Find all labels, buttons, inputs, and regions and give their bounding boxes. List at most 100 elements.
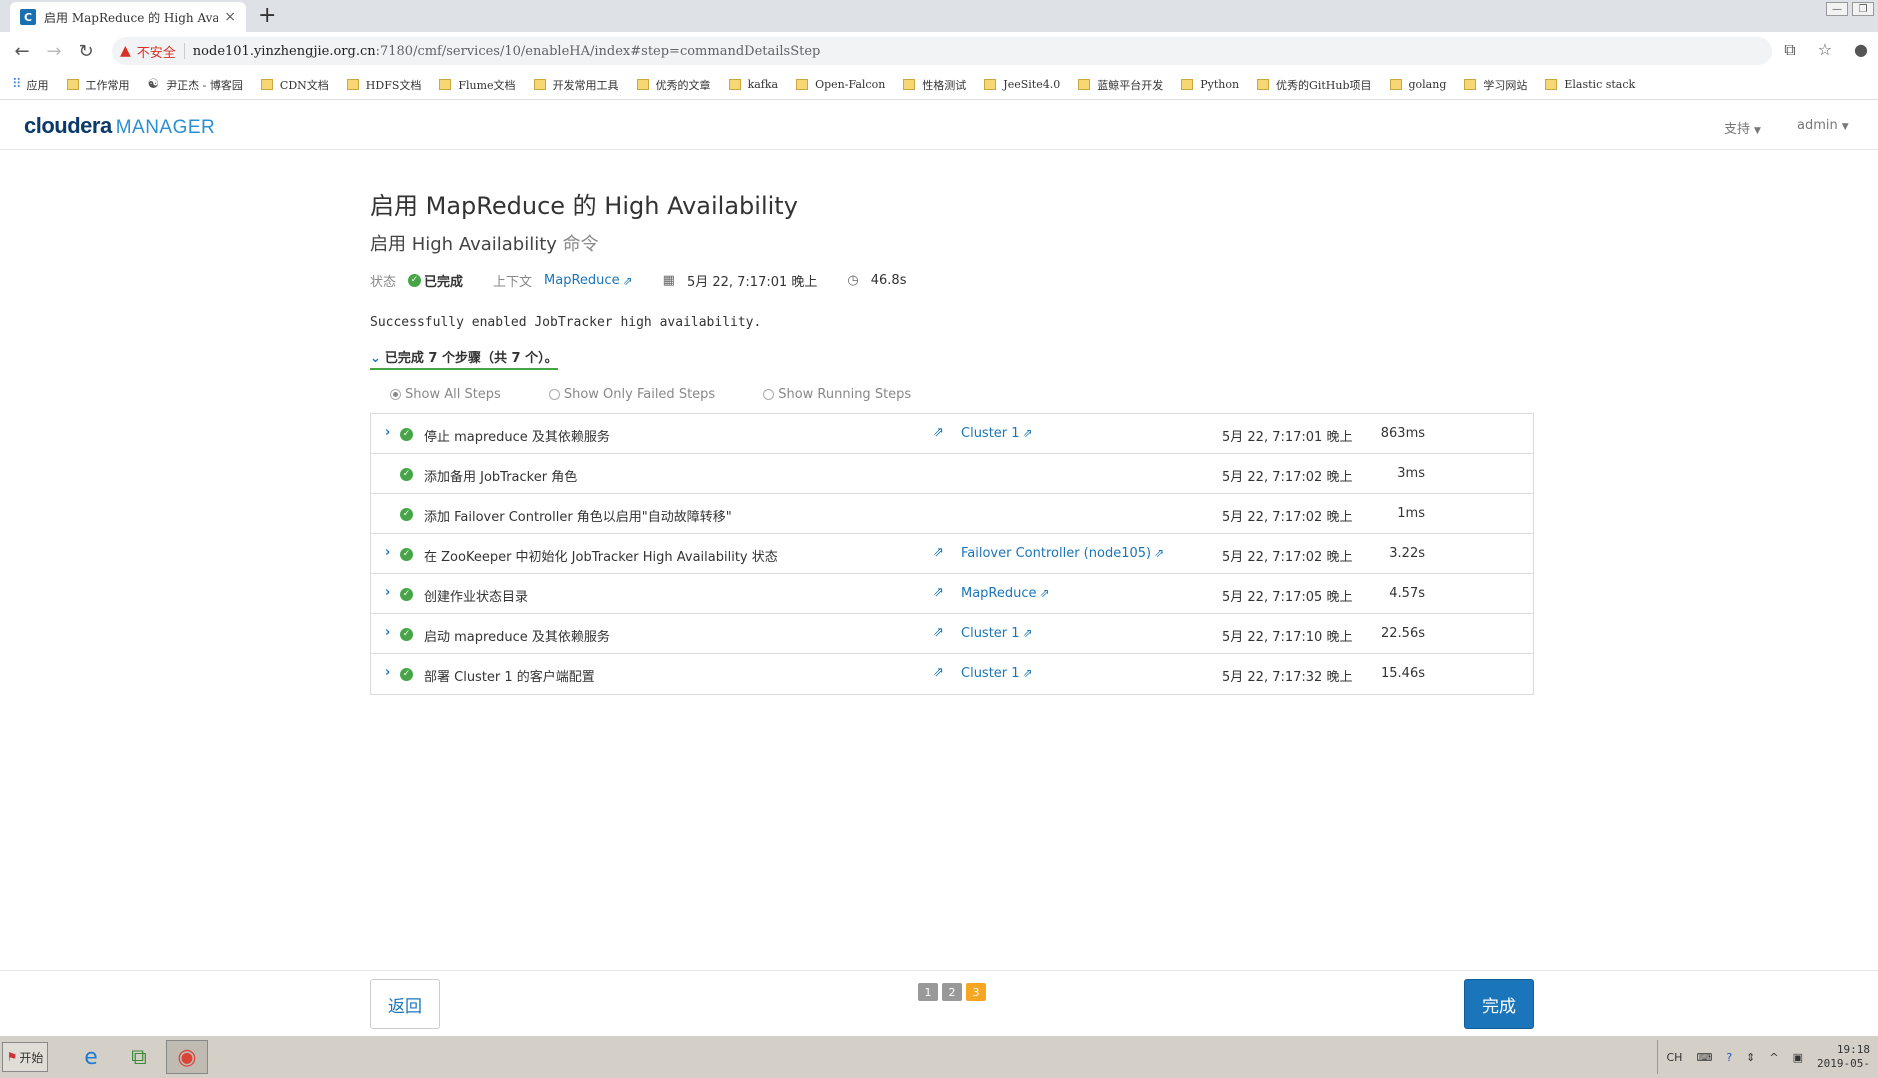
finish-button[interactable]: 完成: [1464, 979, 1534, 1029]
bookmark-label: Python: [1200, 78, 1240, 91]
external-link-icon[interactable]: ⇗: [1154, 546, 1164, 560]
bookmark-item[interactable]: JeeSite4.0: [984, 78, 1060, 91]
context-link[interactable]: MapReduce: [544, 273, 620, 288]
chevron-right-icon[interactable]: ›: [385, 545, 390, 560]
tray-arrows-icon[interactable]: ⇕: [1746, 1051, 1755, 1064]
back-button[interactable]: 返回: [370, 979, 440, 1029]
check-circle-icon: ✓: [400, 588, 413, 601]
caret-down-icon: ▼: [1754, 126, 1761, 136]
step-time: 5月 22, 7:17:02 晚上: [1222, 510, 1353, 525]
help-icon[interactable]: ?: [1726, 1051, 1732, 1064]
browser-tab[interactable]: C 启用 MapReduce 的 High Avail... ×: [10, 2, 246, 32]
filter-label: Show Running Steps: [778, 387, 912, 402]
bookmark-star-icon[interactable]: ☆: [1818, 40, 1832, 60]
open-details-icon[interactable]: ⇗: [933, 545, 944, 560]
bookmark-item[interactable]: Open-Falcon: [796, 78, 885, 91]
forward-arrow-icon[interactable]: →: [38, 41, 70, 62]
new-tab-button[interactable]: +: [258, 3, 276, 28]
external-link-icon[interactable]: ⇗: [1023, 426, 1033, 440]
chevron-right-icon[interactable]: ›: [385, 625, 390, 640]
step-name: 添加备用 JobTracker 角色: [424, 470, 578, 485]
minimize-icon[interactable]: —: [1826, 2, 1848, 16]
step-context-link[interactable]: Cluster 1: [961, 666, 1020, 681]
check-circle-icon: ✓: [400, 628, 413, 641]
support-menu[interactable]: 支持 ▼: [1724, 118, 1761, 137]
chrome-icon[interactable]: ◉: [166, 1040, 208, 1074]
bookmark-item[interactable]: ☯ 尹正杰 - 博客园: [148, 77, 243, 93]
support-label: 支持: [1724, 122, 1751, 137]
bookmark-item[interactable]: 性格测试: [903, 77, 966, 93]
folder-icon: [1389, 79, 1402, 90]
step-context-link[interactable]: Failover Controller (node105): [961, 546, 1151, 561]
profile-icon[interactable]: ●: [1854, 40, 1868, 60]
address-bar[interactable]: ▲ 不安全 node101.yinzhengjie.org.cn :7180/c…: [112, 37, 1772, 65]
start-button[interactable]: ⚑ 开始: [2, 1042, 48, 1072]
page-indicator[interactable]: 3: [966, 983, 986, 1001]
step-time: 5月 22, 7:17:32 晚上: [1222, 670, 1353, 685]
keyboard-icon[interactable]: ⌨: [1696, 1051, 1712, 1064]
steps-summary: 已完成 7 个步骤（共 7 个）。: [384, 351, 558, 366]
close-tab-icon[interactable]: ×: [224, 9, 236, 25]
page-indicator[interactable]: 1: [918, 983, 938, 1001]
open-details-icon[interactable]: ⇗: [933, 425, 944, 440]
bookmark-label: 应用: [26, 78, 49, 92]
bookmark-item[interactable]: HDFS文档: [346, 77, 421, 93]
page-indicator[interactable]: 2: [942, 983, 962, 1001]
radio-button[interactable]: [548, 389, 560, 400]
steps-summary-toggle[interactable]: ⌄ 已完成 7 个步骤（共 7 个）。: [370, 347, 558, 370]
open-details-icon[interactable]: ⇗: [933, 625, 944, 640]
bookmark-label: 蓝鲸平台开发: [1097, 78, 1164, 92]
back-arrow-icon[interactable]: ←: [6, 41, 38, 62]
browser-toolbar: ← → ↻ ▲ 不安全 node101.yinzhengjie.org.cn :…: [0, 32, 1878, 70]
bookmark-item[interactable]: ⠿ 应用: [12, 77, 49, 93]
chevron-right-icon[interactable]: ›: [385, 425, 390, 440]
bookmark-item[interactable]: kafka: [728, 78, 778, 91]
restore-icon[interactable]: ❐: [1852, 2, 1874, 16]
step-context: Failover Controller (node105) ⇗: [961, 546, 1164, 561]
translate-icon[interactable]: ⧉: [1784, 40, 1795, 60]
bookmark-label: 开发常用工具: [552, 78, 619, 92]
clock[interactable]: 19:18 2019-05-: [1817, 1043, 1870, 1071]
external-link-icon[interactable]: ⇗: [1023, 626, 1033, 640]
external-link-icon[interactable]: ⇗: [1040, 586, 1050, 600]
bookmark-item[interactable]: 蓝鲸平台开发: [1078, 77, 1163, 93]
step-name: 在 ZooKeeper 中初始化 JobTracker High Availab…: [424, 550, 778, 565]
bookmark-item[interactable]: Flume文档: [439, 77, 516, 93]
browser-tabstrip: C 启用 MapReduce 的 High Avail... × + — ❐: [0, 0, 1878, 32]
reload-icon[interactable]: ↻: [70, 41, 102, 62]
bookmark-item[interactable]: 工作常用: [66, 77, 130, 93]
external-link-icon[interactable]: ⇗: [1023, 666, 1033, 680]
filter-radio[interactable]: Show Running Steps: [763, 387, 911, 402]
network-icon[interactable]: ▣: [1793, 1051, 1803, 1064]
step-context-link[interactable]: Cluster 1: [961, 426, 1020, 441]
step-context-link[interactable]: Cluster 1: [961, 626, 1020, 641]
tray-expand-icon[interactable]: ^: [1769, 1051, 1778, 1064]
ie-icon[interactable]: e: [70, 1040, 112, 1074]
cloudera-favicon-icon: C: [20, 9, 36, 25]
bookmark-item[interactable]: 开发常用工具: [533, 77, 619, 93]
open-details-icon[interactable]: ⇗: [933, 665, 944, 680]
chevron-right-icon[interactable]: ›: [385, 585, 390, 600]
language-indicator[interactable]: CH: [1666, 1051, 1682, 1064]
user-menu[interactable]: admin ▼: [1797, 118, 1849, 133]
bookmark-item[interactable]: CDN文档: [260, 77, 329, 93]
bookmark-item[interactable]: golang: [1389, 78, 1446, 91]
folder-icon: [984, 79, 997, 90]
step-context-link[interactable]: MapReduce: [961, 586, 1037, 601]
external-link-icon[interactable]: ⇗: [623, 274, 633, 288]
filter-radio[interactable]: Show Only Failed Steps: [548, 387, 715, 402]
folder-icon: [1464, 79, 1477, 90]
radio-button[interactable]: [390, 389, 401, 400]
radio-button[interactable]: [763, 389, 775, 400]
bookmark-item[interactable]: Elastic stack: [1545, 78, 1635, 91]
bookmark-item[interactable]: 学习网站: [1464, 77, 1527, 93]
bookmark-item[interactable]: 优秀的文章: [636, 77, 711, 93]
bookmark-item[interactable]: 优秀的GitHub项目: [1257, 77, 1372, 93]
bookmark-item[interactable]: Python: [1181, 78, 1239, 91]
filter-radio[interactable]: Show All Steps: [390, 387, 501, 402]
vmware-icon[interactable]: ⧉: [118, 1040, 160, 1074]
page-title: 启用 MapReduce 的 High Availability: [370, 192, 798, 220]
cloudera-manager-logo[interactable]: cloudera MANAGER: [24, 113, 215, 139]
chevron-right-icon[interactable]: ›: [385, 665, 390, 680]
open-details-icon[interactable]: ⇗: [933, 585, 944, 600]
